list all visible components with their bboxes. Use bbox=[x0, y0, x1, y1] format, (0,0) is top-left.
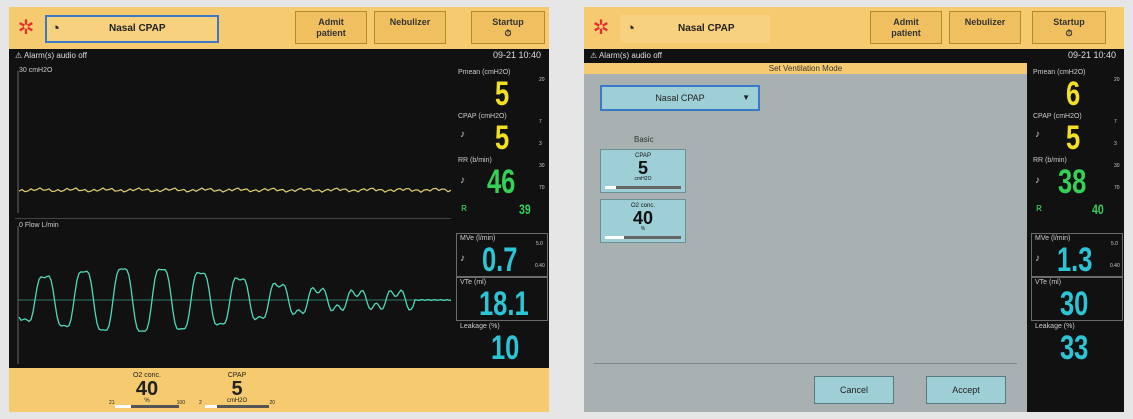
basic-section-label: Basic bbox=[634, 135, 654, 144]
apnea-value: 39 bbox=[519, 201, 531, 217]
cpap-unit: cmH2O bbox=[226, 398, 248, 404]
mve-value: 0.7 bbox=[482, 241, 518, 279]
pmean-value: 5 bbox=[495, 75, 510, 113]
cpap-range-hi: 7 bbox=[539, 119, 542, 125]
dialog-separator bbox=[594, 363, 1017, 364]
alarm-bell-icon: ♪ bbox=[1035, 175, 1040, 186]
top-bar: ✲ ◔ Nasal CPAP Admit patient Nebulizer S… bbox=[9, 7, 549, 49]
dialog-title: Set Ventilation Mode bbox=[584, 63, 1027, 74]
mode-label: Nasal CPAP bbox=[678, 23, 735, 34]
vte-label: VTe (ml) bbox=[1035, 279, 1062, 286]
cpap-value: 5 bbox=[1066, 119, 1081, 157]
leakage-value: 10 bbox=[491, 329, 520, 367]
card-unit: % bbox=[640, 226, 646, 232]
ventilator-screen-monitoring: ✲ ◔ Nasal CPAP Admit patient Nebulizer S… bbox=[9, 7, 549, 412]
o2-slider[interactable] bbox=[115, 405, 179, 408]
alarm-audio-off-text[interactable]: ⚠ Alarm(s) audio off bbox=[15, 51, 87, 60]
admit-patient-button[interactable]: Admit patient bbox=[295, 11, 367, 44]
date-time: 09-21 10:40 bbox=[492, 50, 541, 60]
rr-range-hi: 30 bbox=[539, 163, 545, 169]
mve-value: 1.3 bbox=[1057, 241, 1093, 279]
patient-head-icon: ◔ bbox=[626, 20, 636, 37]
cpap-range-lo: 3 bbox=[539, 141, 542, 147]
chevron-down-icon: ▼ bbox=[742, 93, 750, 102]
patient-neonate-icon[interactable]: ✲ bbox=[14, 15, 38, 41]
vte-value: 18.1 bbox=[479, 285, 529, 323]
cpap-setting-value: 5 bbox=[231, 378, 243, 400]
vte-value: 30 bbox=[1060, 285, 1089, 323]
alarm-bell-icon: ♪ bbox=[460, 253, 465, 264]
alarm-bell-icon: ♪ bbox=[460, 175, 465, 186]
rr-value: 38 bbox=[1058, 163, 1087, 201]
cpap-setting[interactable]: CPAP 5 cmH2O 2 20 bbox=[197, 372, 277, 410]
cpap-value: 5 bbox=[495, 119, 510, 157]
accept-button[interactable]: Accept bbox=[926, 376, 1006, 404]
date-time: 09-21 10:40 bbox=[1067, 50, 1116, 60]
o2-setting-card[interactable]: O2 conc. 40 % bbox=[600, 199, 686, 243]
bottom-settings-bar: O2 conc. 40 % 21 100 CPAP 5 cmH2O 2 20 bbox=[9, 368, 549, 412]
o2-value: 40 bbox=[135, 378, 159, 400]
status-bar: ⚠ Alarm(s) audio off 09-21 10:40 bbox=[584, 49, 1124, 62]
apnea-icon: ʀ bbox=[1036, 202, 1042, 214]
cancel-button[interactable]: Cancel bbox=[814, 376, 894, 404]
top-bar: ✲ ◔ Nasal CPAP Admit patient Nebulizer S… bbox=[584, 7, 1124, 49]
flow-scale-label: 0 Flow L/min bbox=[19, 222, 59, 229]
admit-patient-button[interactable]: Admit patient bbox=[870, 11, 942, 44]
status-bar: ⚠ Alarm(s) audio off 09-21 10:40 bbox=[9, 49, 549, 62]
mve-range-hi: 5.0 bbox=[536, 241, 543, 247]
apnea-value: 40 bbox=[1092, 201, 1104, 217]
ventilation-mode-button[interactable]: ◔ Nasal CPAP bbox=[620, 15, 770, 43]
rr-range-lo: 70 bbox=[1114, 185, 1120, 191]
mode-dropdown-value: Nasal CPAP bbox=[655, 93, 705, 103]
card-slider[interactable] bbox=[605, 236, 681, 239]
rr-range-lo: 70 bbox=[539, 185, 545, 191]
mode-label: Nasal CPAP bbox=[109, 23, 166, 34]
pmean-range-hi: 20 bbox=[1114, 77, 1120, 83]
cpap-range-lo-setting: 2 bbox=[199, 400, 202, 406]
card-unit: cmH2O bbox=[634, 176, 652, 182]
alarm-bell-icon: ♪ bbox=[1035, 253, 1040, 264]
startup-button[interactable]: Startup ⏱ bbox=[471, 11, 545, 44]
pmean-value: 6 bbox=[1066, 75, 1081, 113]
o2-unit: % bbox=[144, 398, 150, 404]
cpap-range-lo: 3 bbox=[1114, 141, 1117, 147]
rr-range-hi: 30 bbox=[1114, 163, 1120, 169]
patient-head-icon: ◔ bbox=[51, 20, 61, 37]
cpap-range-hi-setting: 20 bbox=[269, 400, 275, 406]
leakage-value: 33 bbox=[1060, 329, 1089, 367]
pressure-waveform bbox=[17, 71, 452, 213]
cpap-slider[interactable] bbox=[205, 405, 269, 408]
pmean-range-hi: 20 bbox=[539, 77, 545, 83]
apnea-icon: ʀ bbox=[461, 202, 467, 214]
startup-button[interactable]: Startup ⏱ bbox=[1032, 11, 1106, 44]
o2-range-lo: 21 bbox=[109, 400, 115, 406]
nebulizer-button[interactable]: Nebulizer bbox=[949, 11, 1021, 44]
mve-range-hi: 5.0 bbox=[1111, 241, 1118, 247]
mve-range-lo: 0.40 bbox=[1110, 263, 1120, 269]
alarm-audio-off-text[interactable]: ⚠ Alarm(s) audio off bbox=[590, 51, 662, 60]
pressure-waveform-panel: 30 cmH2O bbox=[15, 65, 452, 215]
alarm-bell-icon: ♪ bbox=[1035, 129, 1040, 140]
nebulizer-button[interactable]: Nebulizer bbox=[374, 11, 446, 44]
ventilation-mode-button[interactable]: ◔ Nasal CPAP bbox=[45, 15, 219, 43]
set-ventilation-mode-dialog: Set Ventilation Mode Nasal CPAP ▼ Basic … bbox=[584, 63, 1027, 412]
pressure-scale-label: 30 cmH2O bbox=[19, 67, 53, 74]
ventilator-screen-set-mode: ✲ ◔ Nasal CPAP Admit patient Nebulizer S… bbox=[584, 7, 1124, 412]
flow-waveform-panel: 0 Flow L/min bbox=[15, 220, 452, 366]
cpap-range-hi: 7 bbox=[1114, 119, 1117, 125]
card-value: 40 bbox=[632, 208, 654, 228]
o2-setting[interactable]: O2 conc. 40 % 21 100 bbox=[107, 372, 187, 410]
card-slider[interactable] bbox=[605, 186, 681, 189]
rr-value: 46 bbox=[487, 163, 516, 201]
mve-range-lo: 0.40 bbox=[535, 263, 545, 269]
alarm-bell-icon: ♪ bbox=[460, 129, 465, 140]
card-value: 5 bbox=[637, 158, 648, 178]
cpap-setting-card[interactable]: CPAP 5 cmH2O bbox=[600, 149, 686, 193]
patient-neonate-icon[interactable]: ✲ bbox=[589, 15, 613, 41]
mode-dropdown[interactable]: Nasal CPAP ▼ bbox=[600, 85, 760, 111]
flow-waveform bbox=[17, 226, 452, 364]
